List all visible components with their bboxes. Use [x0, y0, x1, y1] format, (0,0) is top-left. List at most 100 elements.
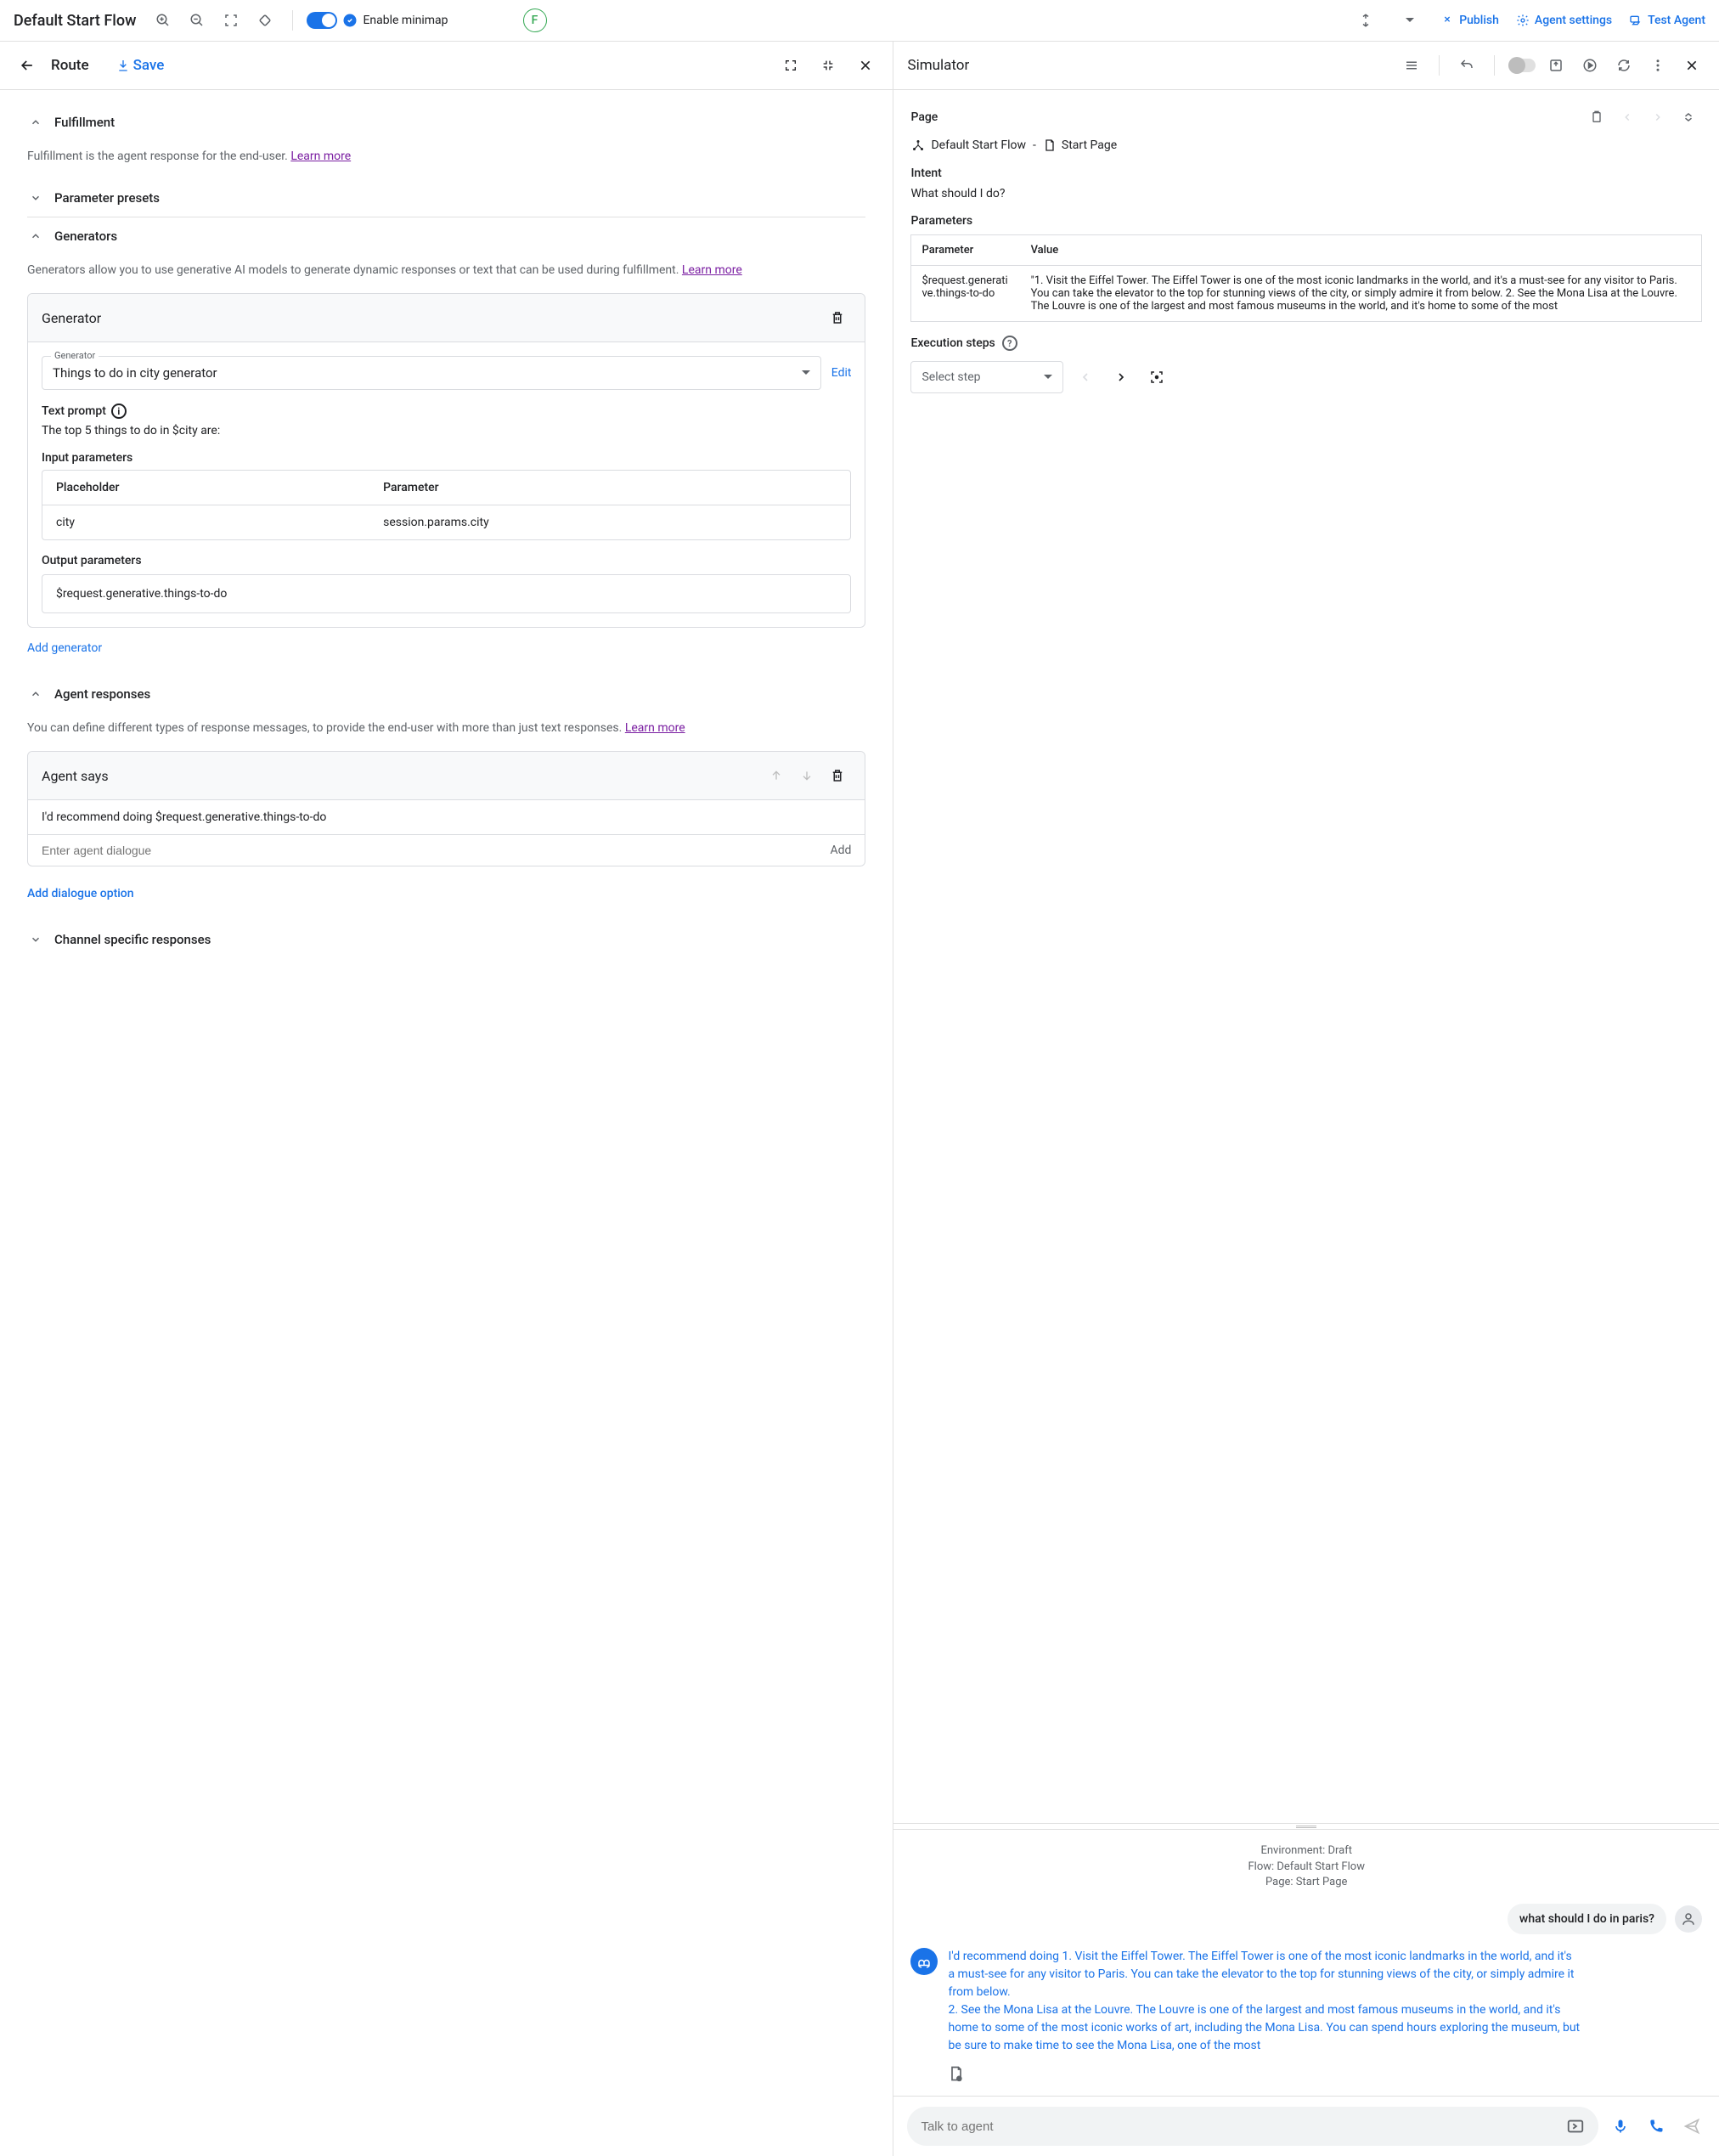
collapse-icon[interactable]	[814, 52, 842, 79]
table-row: $request.generative.things-to-do"1. Visi…	[911, 266, 1702, 322]
agent-responses-header[interactable]: Agent responses	[27, 675, 865, 713]
topbar: Default Start Flow Enable minimap F Publ…	[0, 0, 1719, 42]
generators-title: Generators	[54, 229, 117, 244]
generators-header[interactable]: Generators	[27, 217, 865, 255]
step-select[interactable]: Select step	[910, 361, 1063, 393]
input-params-table: PlaceholderParameter citysession.params.…	[42, 470, 851, 540]
focus-icon[interactable]	[1143, 364, 1170, 391]
agent-settings-button[interactable]: Agent settings	[1516, 14, 1612, 27]
attachment-icon[interactable]: i	[948, 2065, 1702, 2082]
agent-responses-desc: You can define different types of respon…	[27, 720, 865, 737]
chevron-down-icon	[27, 189, 44, 206]
route-header: Route Save	[0, 42, 893, 90]
environment-info: Environment: Draft Flow: Default Start F…	[910, 1843, 1702, 1890]
phone-icon[interactable]	[1643, 2113, 1670, 2140]
back-arrow-icon[interactable]	[14, 52, 41, 79]
dropdown-icon	[802, 369, 810, 377]
collapse-panel-icon[interactable]	[1675, 104, 1702, 131]
page-label: Page	[910, 104, 1702, 131]
chat-text-input[interactable]	[921, 2119, 1566, 2134]
play-icon[interactable]	[1576, 52, 1603, 79]
step-next-icon[interactable]	[1107, 364, 1135, 391]
parameters-label: Parameters	[910, 214, 1702, 228]
dropdown-icon[interactable]	[1396, 7, 1423, 34]
learn-more-link[interactable]: Learn more	[625, 721, 685, 735]
prev-icon[interactable]	[1614, 104, 1641, 131]
move-down-icon[interactable]	[793, 762, 820, 789]
agent-response-text[interactable]: I'd recommend doing $request.generative.…	[28, 800, 865, 835]
drag-handle[interactable]	[893, 1823, 1719, 1830]
dropdown-icon	[1044, 373, 1052, 381]
edit-link[interactable]: Edit	[831, 366, 852, 380]
output-param-value: $request.generative.things-to-do	[42, 574, 851, 613]
add-text-button[interactable]: Add	[831, 844, 852, 857]
send-icon[interactable]	[1678, 2113, 1705, 2140]
help-icon[interactable]: ?	[1002, 336, 1017, 351]
toggle-off[interactable]	[1508, 59, 1536, 72]
rotate-icon[interactable]	[251, 7, 279, 34]
agent-avatar-icon	[910, 1948, 938, 1975]
zoom-out-icon[interactable]	[183, 7, 211, 34]
channel-title: Channel specific responses	[54, 932, 211, 947]
generator-card: Generator Generator Things to do in city…	[27, 293, 865, 628]
add-generator-link[interactable]: Add generator	[27, 641, 102, 655]
learn-more-link[interactable]: Learn more	[682, 263, 742, 277]
intent-value: What should I do?	[910, 187, 1702, 200]
close-icon[interactable]	[852, 52, 879, 79]
list-icon[interactable]	[1398, 52, 1425, 79]
channel-responses-header[interactable]: Channel specific responses	[27, 921, 865, 958]
save-button[interactable]: Save	[116, 57, 165, 74]
execution-steps-label: Execution steps?	[910, 336, 1702, 351]
user-avatar[interactable]: F	[523, 8, 547, 32]
close-icon[interactable]	[1678, 52, 1705, 79]
page-icon	[1043, 138, 1057, 152]
chat-input[interactable]	[907, 2107, 1598, 2146]
fulfillment-section-header[interactable]: Fulfillment	[27, 104, 865, 141]
fit-screen-icon[interactable]	[217, 7, 245, 34]
delete-icon[interactable]	[824, 762, 851, 789]
minimap-label: Enable minimap	[363, 14, 448, 27]
intent-label: Intent	[910, 166, 1702, 180]
output-params-label: Output parameters	[42, 554, 851, 567]
agent-says-card: Agent says I'd recommend doing $request.…	[27, 751, 865, 866]
move-up-icon[interactable]	[763, 762, 790, 789]
undo-icon[interactable]	[1453, 52, 1480, 79]
generators-desc: Generators allow you to use generative A…	[27, 262, 865, 279]
test-agent-button[interactable]: Test Agent	[1629, 14, 1705, 27]
input-params-label: Input parameters	[42, 451, 851, 465]
refresh-icon[interactable]	[1610, 52, 1637, 79]
agent-responses-title: Agent responses	[54, 686, 150, 702]
next-icon[interactable]	[1644, 104, 1671, 131]
chevron-up-icon	[27, 114, 44, 131]
fullscreen-icon[interactable]	[777, 52, 804, 79]
simulator-header: Simulator	[893, 42, 1719, 90]
learn-more-link[interactable]: Learn more	[290, 150, 351, 163]
delete-icon[interactable]	[824, 304, 851, 331]
sync-icon[interactable]	[1352, 7, 1379, 34]
route-panel: Route Save Fulfillment Fulfillment is th…	[0, 42, 893, 2156]
publish-button[interactable]: Publish	[1440, 14, 1499, 27]
user-avatar-icon	[1675, 1905, 1702, 1933]
zoom-in-icon[interactable]	[149, 7, 177, 34]
save-session-icon[interactable]	[1542, 52, 1570, 79]
panel-title: Route	[51, 57, 89, 74]
chat-area: Environment: Draft Flow: Default Start F…	[893, 1830, 1719, 2096]
simulator-panel: Simulator Page	[893, 42, 1719, 2156]
chevron-down-icon	[27, 931, 44, 948]
parameters-table: ParameterValue $request.generative.thing…	[910, 234, 1702, 322]
chat-input-bar	[893, 2096, 1719, 2156]
step-prev-icon[interactable]	[1072, 364, 1099, 391]
send-to-flow-icon[interactable]	[1566, 2117, 1585, 2136]
generator-select[interactable]: Generator Things to do in city generator	[42, 356, 821, 390]
param-presets-header[interactable]: Parameter presets	[27, 179, 865, 217]
info-icon[interactable]: i	[111, 404, 127, 419]
more-icon[interactable]	[1644, 52, 1671, 79]
text-prompt-label: Text prompti	[42, 404, 851, 419]
flow-title: Default Start Flow	[14, 12, 136, 30]
add-dialogue-option-button[interactable]: Add dialogue option	[27, 887, 134, 900]
minimap-toggle[interactable]: Enable minimap	[307, 12, 448, 29]
mic-icon[interactable]	[1607, 2113, 1634, 2140]
agent-dialogue-input[interactable]	[42, 844, 831, 857]
clipboard-icon[interactable]	[1583, 104, 1610, 131]
divider	[292, 10, 293, 31]
